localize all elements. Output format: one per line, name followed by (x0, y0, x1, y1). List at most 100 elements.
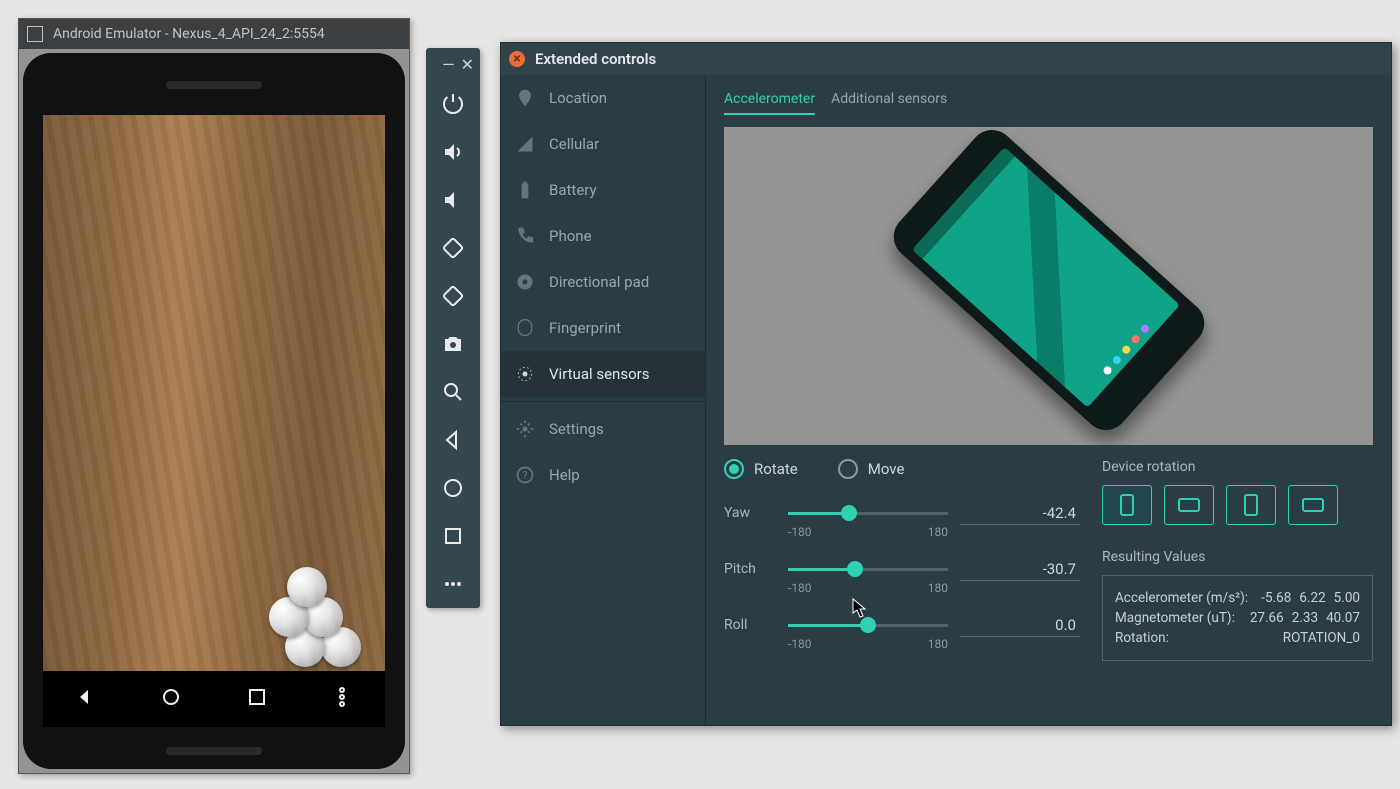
home-button[interactable] (426, 464, 480, 512)
mag-label: Magnetometer (uT): (1115, 610, 1235, 626)
nav-more-icon[interactable] (330, 685, 354, 713)
ball (269, 597, 309, 637)
slider-max: 180 (928, 525, 948, 539)
sidebar-item-label: Fingerprint (549, 319, 621, 337)
rotation-reverse-portrait-button[interactable] (1226, 485, 1276, 525)
radio-move[interactable]: Move (838, 459, 905, 479)
radio-rotate[interactable]: Rotate (724, 459, 798, 479)
back-button[interactable] (426, 416, 480, 464)
device-rotation-heading: Device rotation (1102, 459, 1373, 475)
tab-accelerometer[interactable]: Accelerometer (724, 85, 815, 115)
more-button[interactable] (426, 560, 480, 608)
window-title: Extended controls (535, 50, 656, 68)
extended-sidebar: Location Cellular Battery Phone Directio… (501, 75, 706, 725)
accel-y: 6.22 (1299, 590, 1325, 606)
sidebar-item-help[interactable]: ? Help (501, 452, 705, 498)
emulator-window: Android Emulator - Nexus_4_API_24_2:5554 (18, 18, 410, 774)
rotate-right-button[interactable] (426, 272, 480, 320)
sidebar-item-label: Help (549, 466, 580, 484)
app-icon (27, 26, 43, 42)
extended-titlebar[interactable]: ✕ Extended controls (501, 43, 1391, 75)
nav-home-icon[interactable] (159, 685, 183, 713)
nav-back-icon[interactable] (74, 685, 98, 713)
resulting-values-box: Accelerometer (m/s²): -5.686.225.00 Magn… (1102, 575, 1373, 661)
accel-z: 5.00 (1334, 590, 1360, 606)
radio-label: Move (868, 460, 905, 478)
rotation-landscape-button[interactable] (1164, 485, 1214, 525)
emulator-title: Android Emulator - Nexus_4_API_24_2:5554 (53, 26, 325, 42)
yaw-slider[interactable] (788, 501, 948, 525)
sidebar-item-label: Settings (549, 420, 604, 438)
mag-x: 27.66 (1250, 610, 1284, 626)
ball (287, 567, 327, 607)
app-surface[interactable] (43, 115, 385, 671)
rotation-portrait-button[interactable] (1102, 485, 1152, 525)
roll-value[interactable]: 0.0 (960, 614, 1080, 637)
nav-overview-icon[interactable] (245, 685, 269, 713)
ball (303, 597, 343, 637)
tab-additional-sensors[interactable]: Additional sensors (831, 85, 947, 115)
device-screen[interactable] (43, 115, 385, 727)
sidebar-item-dpad[interactable]: Directional pad (501, 259, 705, 305)
extended-main: Accelerometer Additional sensors Rotate … (706, 75, 1391, 725)
device-frame (23, 53, 405, 769)
slider-max: 180 (928, 637, 948, 651)
volume-up-button[interactable] (426, 128, 480, 176)
yaw-value[interactable]: -42.4 (960, 502, 1080, 525)
rotation-reverse-landscape-button[interactable] (1288, 485, 1338, 525)
sidebar-item-label: Cellular (549, 135, 599, 153)
resulting-values-heading: Resulting Values (1102, 549, 1373, 565)
minimize-icon[interactable]: — (442, 55, 455, 74)
device-3d-preview[interactable] (724, 127, 1373, 445)
sidebar-item-virtual-sensors[interactable]: Virtual sensors (501, 351, 705, 397)
slider-max: 180 (928, 581, 948, 595)
mode-radiogroup: Rotate Move (724, 459, 1080, 479)
pitch-value[interactable]: -30.7 (960, 558, 1080, 581)
emulator-titlebar[interactable]: Android Emulator - Nexus_4_API_24_2:5554 (19, 19, 409, 49)
rotate-left-button[interactable] (426, 224, 480, 272)
overview-button[interactable] (426, 512, 480, 560)
mag-z: 40.07 (1326, 610, 1360, 626)
pitch-label: Pitch (724, 561, 776, 577)
yaw-label: Yaw (724, 505, 776, 521)
rotation-value: ROTATION_0 (1283, 630, 1360, 646)
emulator-toolbar: — ✕ (426, 48, 480, 608)
screenshot-button[interactable] (426, 320, 480, 368)
emulator-body (19, 49, 409, 773)
sidebar-item-label: Directional pad (549, 273, 649, 291)
close-icon[interactable]: ✕ (509, 51, 525, 67)
speaker-top (166, 81, 262, 89)
speaker-bottom (166, 747, 262, 755)
preview-phone (884, 127, 1213, 439)
ball (285, 627, 325, 667)
close-icon[interactable]: ✕ (461, 55, 474, 74)
ball (321, 627, 361, 667)
power-button[interactable] (426, 80, 480, 128)
sidebar-item-battery[interactable]: Battery (501, 167, 705, 213)
sensor-tabs: Accelerometer Additional sensors (724, 85, 1373, 115)
extended-controls-window: ✕ Extended controls Location Cellular Ba… (500, 42, 1392, 726)
sidebar-separator (501, 401, 705, 402)
sidebar-item-phone[interactable]: Phone (501, 213, 705, 259)
pitch-slider[interactable] (788, 557, 948, 581)
rotation-controls: Rotate Move Yaw -42.4 -180 180 (724, 459, 1080, 669)
sidebar-item-label: Phone (549, 227, 592, 245)
volume-down-button[interactable] (426, 176, 480, 224)
radio-label: Rotate (754, 460, 798, 478)
sidebar-item-fingerprint[interactable]: Fingerprint (501, 305, 705, 351)
mag-y: 2.33 (1292, 610, 1318, 626)
rotation-label: Rotation: (1115, 630, 1169, 646)
sidebar-item-location[interactable]: Location (501, 75, 705, 121)
roll-slider[interactable] (788, 613, 948, 637)
roll-label: Roll (724, 617, 776, 633)
zoom-button[interactable] (426, 368, 480, 416)
sidebar-item-cellular[interactable]: Cellular (501, 121, 705, 167)
slider-min: -180 (788, 525, 812, 539)
sidebar-item-label: Location (549, 89, 607, 107)
svg-text:?: ? (522, 469, 527, 482)
android-navbar (43, 671, 385, 727)
sidebar-item-label: Virtual sensors (549, 365, 649, 383)
slider-min: -180 (788, 637, 812, 651)
accel-x: -5.68 (1261, 590, 1291, 606)
sidebar-item-settings[interactable]: Settings (501, 406, 705, 452)
